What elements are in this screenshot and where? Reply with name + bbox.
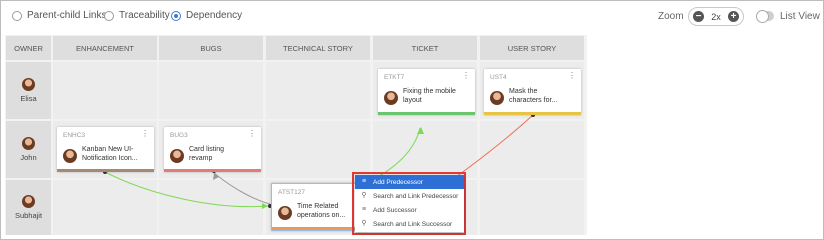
card-id: ATST127	[278, 189, 305, 196]
card-title-line: characters for...	[509, 97, 558, 104]
avatar	[490, 91, 504, 105]
card-title-line: revamp	[189, 155, 213, 162]
menu-item-search-link-successor[interactable]: ⚲ Search and Link Successor	[355, 217, 464, 231]
kebab-menu-icon[interactable]: ⋮	[248, 130, 256, 138]
card-id: ETKT7	[384, 74, 405, 81]
menu-item-label: Add Predecessor	[373, 178, 423, 186]
card-title: Card listing revamp	[189, 145, 257, 163]
card-title-line: Notification Icon...	[82, 155, 138, 162]
card-id: BUG3	[170, 132, 188, 139]
kebab-menu-icon[interactable]: ⋮	[462, 72, 470, 80]
card-status-bar	[484, 112, 581, 115]
card-title: Mask the characters for...	[509, 87, 577, 105]
card-id: UST4	[490, 74, 507, 81]
card-status-bar	[57, 169, 154, 172]
menu-item-label: Add Successor	[373, 206, 417, 214]
dependency-link-enhc3-atst127	[104, 171, 269, 208]
card-title-line: Kanban New UI-	[82, 146, 134, 153]
list-icon: ≡	[361, 178, 367, 185]
dependency-link-bug3-atst127	[213, 172, 271, 205]
card-title-line: Mask the	[509, 88, 538, 95]
card-title-line: Fixing the mobile	[403, 88, 456, 95]
card-ust4[interactable]: UST4 ⋮ Mask the characters for...	[484, 69, 581, 115]
card-id: ENHC3	[63, 132, 86, 139]
search-icon: ⚲	[361, 220, 367, 227]
dependency-context-menu: ≡ Add Predecessor ⚲ Search and Link Pred…	[355, 175, 464, 232]
card-status-bar	[164, 169, 261, 172]
card-title-line: Card listing	[189, 146, 225, 153]
kebab-menu-icon[interactable]: ⋮	[141, 130, 149, 138]
menu-item-add-successor[interactable]: ≡ Add Successor	[355, 203, 464, 217]
card-title-line: layout	[403, 97, 422, 104]
card-enhc3[interactable]: ENHC3 ⋮ Kanban New UI- Notification Icon…	[57, 127, 154, 172]
avatar	[278, 206, 292, 220]
arrowhead-icon	[262, 203, 268, 209]
card-etkt7[interactable]: ETKT7 ⋮ Fixing the mobile layout	[378, 69, 475, 115]
menu-item-add-predecessor[interactable]: ≡ Add Predecessor	[355, 175, 464, 189]
search-icon: ⚲	[361, 192, 367, 199]
menu-item-label: Search and Link Predecessor	[373, 192, 459, 200]
avatar	[384, 91, 398, 105]
avatar	[63, 149, 77, 163]
kebab-menu-icon[interactable]: ⋮	[568, 72, 576, 80]
menu-item-label: Search and Link Successor	[373, 220, 453, 228]
menu-item-search-link-predecessor[interactable]: ⚲ Search and Link Predecessor	[355, 189, 464, 203]
card-status-bar	[378, 112, 475, 115]
card-title: Kanban New UI- Notification Icon...	[82, 145, 150, 163]
avatar	[170, 149, 184, 163]
arrowhead-icon	[417, 127, 424, 134]
list-icon: ≡	[361, 206, 367, 213]
card-title: Fixing the mobile layout	[403, 87, 471, 105]
card-bug3[interactable]: BUG3 ⋮ Card listing revamp	[164, 127, 261, 172]
